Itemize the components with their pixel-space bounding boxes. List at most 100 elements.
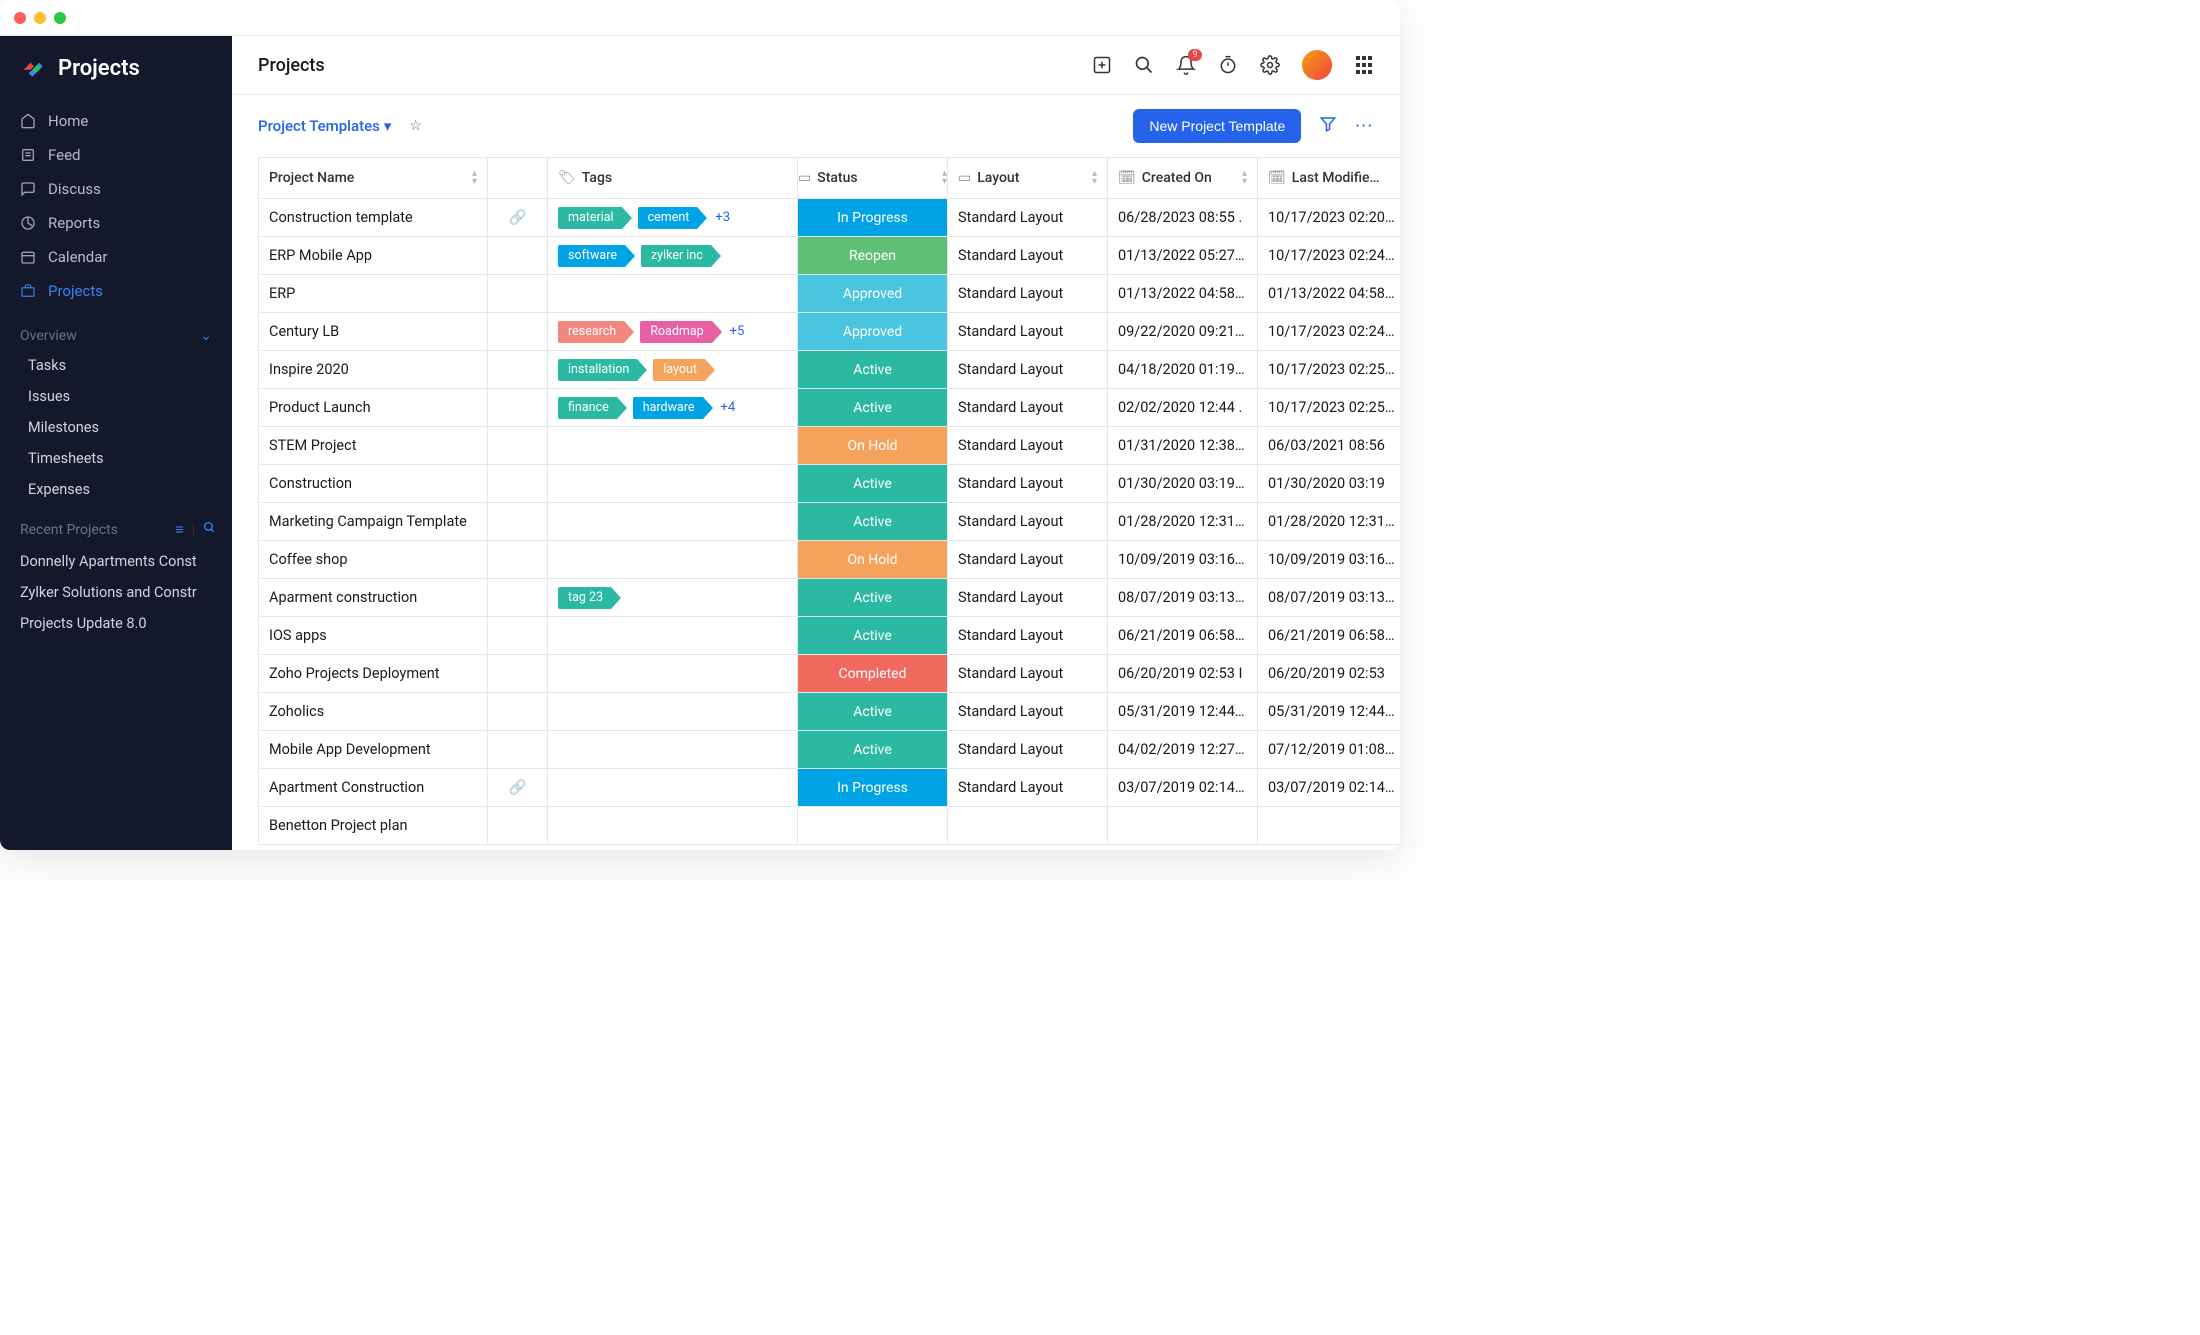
tag-chip[interactable]: installation xyxy=(558,359,637,381)
add-icon[interactable] xyxy=(1092,55,1112,75)
table-row[interactable]: Marketing Campaign TemplateActiveStandar… xyxy=(258,503,1400,541)
discuss-icon xyxy=(20,181,36,197)
tag-chip[interactable]: material xyxy=(558,207,622,229)
cell-tags xyxy=(548,541,798,579)
cell-status: Approved xyxy=(798,275,948,313)
nav-item-discuss[interactable]: Discuss xyxy=(0,172,232,206)
cell-name: Aparment construction xyxy=(258,579,488,617)
cell-modified xyxy=(1258,807,1400,845)
status-cell: Active xyxy=(798,465,947,502)
tag-chip[interactable]: finance xyxy=(558,397,617,419)
apps-grid-icon[interactable] xyxy=(1354,55,1374,75)
notification-bell-icon[interactable]: 9 xyxy=(1176,55,1196,75)
link-icon[interactable]: 🔗 xyxy=(508,779,526,796)
cell-created: 02/02/2020 12:44 . xyxy=(1108,389,1258,427)
maximize-window-icon[interactable] xyxy=(54,12,66,24)
overview-section-header[interactable]: Overview ⌄ xyxy=(0,314,232,350)
gear-icon[interactable] xyxy=(1260,55,1280,75)
more-icon[interactable]: ··· xyxy=(1355,118,1374,134)
subnav-item-expenses[interactable]: Expenses xyxy=(0,474,232,505)
cell-layout: Standard Layout xyxy=(948,617,1108,655)
table-row[interactable]: IOS appsActiveStandard Layout06/21/2019 … xyxy=(258,617,1400,655)
cell-modified: 10/17/2023 02:24 P xyxy=(1258,237,1400,275)
status-cell: Active xyxy=(798,617,947,654)
col-header-created[interactable]: 🗓Created On▴▾ xyxy=(1108,157,1258,199)
table-row[interactable]: Inspire 2020installationlayoutActiveStan… xyxy=(258,351,1400,389)
table-row[interactable]: Mobile App DevelopmentActiveStandard Lay… xyxy=(258,731,1400,769)
recent-project-item[interactable]: Zylker Solutions and Constr xyxy=(0,577,232,608)
cell-link xyxy=(488,351,548,389)
table-row[interactable]: ZoholicsActiveStandard Layout05/31/2019 … xyxy=(258,693,1400,731)
view-dropdown[interactable]: Project Templates ▾ xyxy=(258,117,391,135)
table-row[interactable]: Product Launchfinancehardware+4ActiveSta… xyxy=(258,389,1400,427)
nav-item-reports[interactable]: Reports xyxy=(0,206,232,240)
tag-chip[interactable]: hardware xyxy=(633,397,703,419)
star-icon[interactable]: ☆ xyxy=(409,118,422,134)
subnav-item-timesheets[interactable]: Timesheets xyxy=(0,443,232,474)
tag-chip[interactable]: cement xyxy=(638,207,698,229)
cell-link xyxy=(488,655,548,693)
table-row[interactable]: ERP Mobile Appsoftwarezylker incReopenSt… xyxy=(258,237,1400,275)
search-icon[interactable] xyxy=(203,521,216,538)
tag-chip[interactable]: layout xyxy=(653,359,705,381)
recent-project-item[interactable]: Projects Update 8.0 xyxy=(0,608,232,639)
overview-label: Overview xyxy=(20,328,77,344)
table-row[interactable]: STEM ProjectOn HoldStandard Layout01/31/… xyxy=(258,427,1400,465)
cell-modified: 10/17/2023 02:25 P xyxy=(1258,351,1400,389)
tag-more[interactable]: +5 xyxy=(730,324,745,339)
close-window-icon[interactable] xyxy=(14,12,26,24)
tag-more[interactable]: +4 xyxy=(721,400,736,415)
col-header-tags[interactable]: 🏷Tags xyxy=(548,157,798,199)
minimize-window-icon[interactable] xyxy=(34,12,46,24)
table-row[interactable]: Century LBresearchRoadmap+5ApprovedStand… xyxy=(258,313,1400,351)
cell-tags: tag 23 xyxy=(548,579,798,617)
nav-item-home[interactable]: Home xyxy=(0,104,232,138)
tag-chip[interactable]: zylker inc xyxy=(641,245,711,267)
status-cell: Reopen xyxy=(798,237,947,274)
tag-chip[interactable]: research xyxy=(558,321,624,343)
search-icon[interactable] xyxy=(1134,55,1154,75)
nav-item-feed[interactable]: Feed xyxy=(0,138,232,172)
calendar-icon xyxy=(20,249,36,265)
col-header-link[interactable] xyxy=(488,157,548,199)
table-row[interactable]: Aparment constructiontag 23ActiveStandar… xyxy=(258,579,1400,617)
col-header-layout[interactable]: ▭Layout▴▾ xyxy=(948,157,1108,199)
subnav-item-issues[interactable]: Issues xyxy=(0,381,232,412)
subnav-item-tasks[interactable]: Tasks xyxy=(0,350,232,381)
nav-item-calendar[interactable]: Calendar xyxy=(0,240,232,274)
user-avatar[interactable] xyxy=(1302,50,1332,80)
table-row[interactable]: Apartment Construction🔗In ProgressStanda… xyxy=(258,769,1400,807)
table-row[interactable]: Benetton Project plan xyxy=(258,807,1400,845)
tag-chip[interactable]: tag 23 xyxy=(558,587,611,609)
tag-more[interactable]: +3 xyxy=(715,210,730,225)
app-name: Projects xyxy=(58,56,140,81)
cell-status: Active xyxy=(798,693,948,731)
cell-tags: software zylker inc xyxy=(548,237,798,275)
settings-sliders-icon[interactable]: ≡ xyxy=(175,521,183,538)
cell-layout: Standard Layout xyxy=(948,351,1108,389)
cell-layout: Standard Layout xyxy=(948,237,1108,275)
col-header-status[interactable]: ▭Status▴▾ xyxy=(798,157,948,199)
timer-icon[interactable] xyxy=(1218,55,1238,75)
cell-layout: Standard Layout xyxy=(948,731,1108,769)
top-header: Projects 9 xyxy=(232,36,1400,95)
table-row[interactable]: Coffee shopOn HoldStandard Layout10/09/2… xyxy=(258,541,1400,579)
new-template-button[interactable]: New Project Template xyxy=(1133,109,1301,143)
cell-created: 10/09/2019 03:16 P xyxy=(1108,541,1258,579)
nav-item-projects[interactable]: Projects xyxy=(0,274,232,308)
table-row[interactable]: Construction template🔗materialcement+3In… xyxy=(258,199,1400,237)
filter-icon[interactable] xyxy=(1319,115,1337,137)
recent-project-item[interactable]: Donnelly Apartments Const xyxy=(0,546,232,577)
recent-projects-list: Donnelly Apartments ConstZylker Solution… xyxy=(0,546,232,639)
table-row[interactable]: ERPApprovedStandard Layout01/13/2022 04:… xyxy=(258,275,1400,313)
tag-chip[interactable]: software xyxy=(558,245,625,267)
cell-layout: Standard Layout xyxy=(948,579,1108,617)
col-header-name[interactable]: Project Name▴▾ xyxy=(258,157,488,199)
link-icon[interactable]: 🔗 xyxy=(508,209,526,226)
table-row[interactable]: Zoho Projects DeploymentCompletedStandar… xyxy=(258,655,1400,693)
table-row[interactable]: ConstructionActiveStandard Layout01/30/2… xyxy=(258,465,1400,503)
tag-chip[interactable]: Roadmap xyxy=(640,321,711,343)
subnav-item-milestones[interactable]: Milestones xyxy=(0,412,232,443)
col-header-modified[interactable]: 🗓Last Modifie… xyxy=(1258,157,1400,199)
window-titlebar xyxy=(0,0,1400,36)
